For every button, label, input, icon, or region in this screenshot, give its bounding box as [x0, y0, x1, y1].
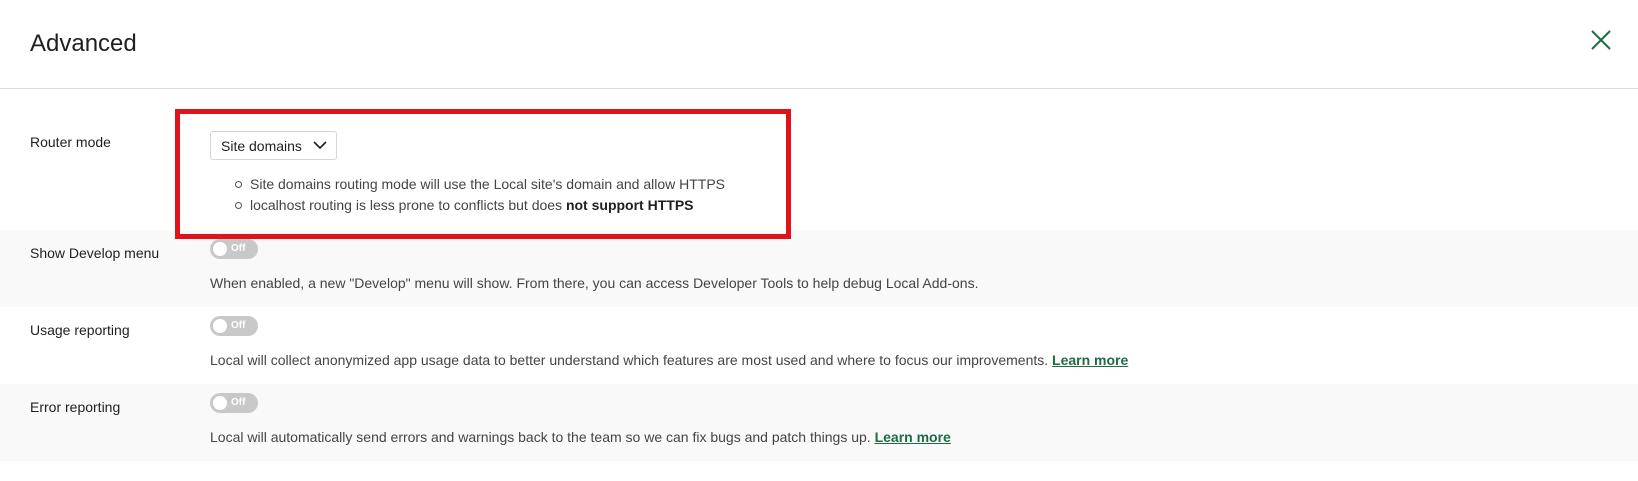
- header: Advanced: [0, 0, 1638, 89]
- emphasis-text: not support HTTPS: [565, 197, 694, 213]
- error-reporting-row: Error reporting Off Local will automatic…: [0, 384, 1638, 461]
- router-mode-selected: Site domains: [221, 138, 302, 154]
- toggle-knob: [213, 319, 227, 333]
- error-reporting-label: Error reporting: [30, 399, 121, 415]
- router-mode-select[interactable]: Site domains: [210, 131, 337, 160]
- close-icon: [1591, 30, 1611, 50]
- usage-reporting-toggle[interactable]: Off: [210, 316, 258, 336]
- toggle-knob: [213, 396, 227, 410]
- toggle-knob: [213, 242, 227, 256]
- develop-menu-row: Show Develop menu Off When enabled, a ne…: [0, 230, 1638, 307]
- error-reporting-description: Local will automatically send errors and…: [210, 429, 951, 445]
- usage-learn-more-link[interactable]: Learn more: [1052, 352, 1128, 368]
- close-button[interactable]: [1589, 28, 1613, 52]
- develop-menu-label: Show Develop menu: [30, 245, 160, 261]
- toggle-state: Off: [231, 397, 246, 408]
- chevron-down-icon: [313, 141, 327, 150]
- develop-menu-toggle[interactable]: Off: [210, 239, 258, 259]
- page-title: Advanced: [30, 30, 137, 57]
- toggle-state: Off: [231, 320, 246, 331]
- usage-reporting-row: Usage reporting Off Local will collect a…: [0, 307, 1638, 384]
- list-item: localhost routing is less prone to confl…: [235, 197, 725, 218]
- errors-learn-more-link[interactable]: Learn more: [875, 429, 951, 445]
- usage-reporting-description: Local will collect anonymized app usage …: [210, 352, 1129, 368]
- toggle-state: Off: [231, 243, 246, 254]
- error-reporting-toggle[interactable]: Off: [210, 393, 258, 413]
- list-item: Site domains routing mode will use the L…: [235, 176, 725, 197]
- router-mode-label: Router mode: [30, 134, 111, 150]
- usage-reporting-label: Usage reporting: [30, 322, 130, 338]
- router-mode-notes: Site domains routing mode will use the L…: [235, 176, 725, 218]
- develop-menu-description: When enabled, a new "Develop" menu will …: [210, 275, 979, 291]
